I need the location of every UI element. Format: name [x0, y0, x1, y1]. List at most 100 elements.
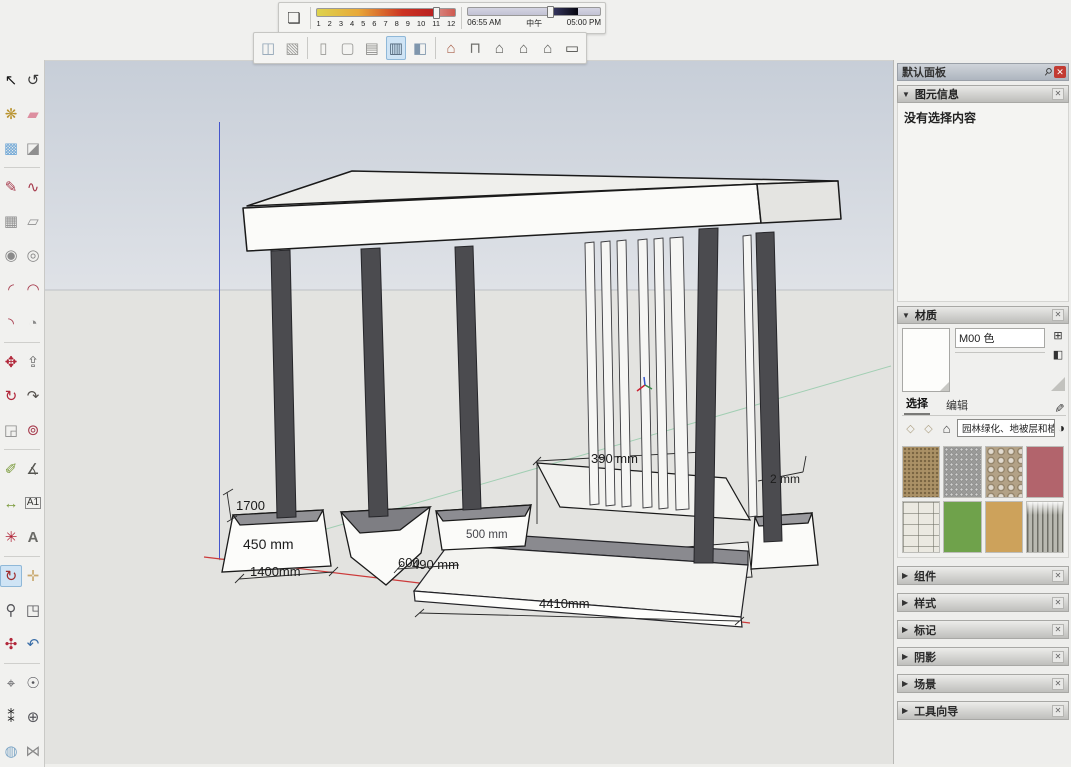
section-tags[interactable]: ▶ 标记 ✕ — [897, 620, 1069, 639]
view-top-button[interactable]: ⊓ — [465, 36, 485, 60]
in-model-icon[interactable]: ◑ — [1058, 421, 1065, 435]
tool-circle[interactable]: ◉ — [0, 244, 22, 266]
tool-position-camera[interactable]: ⌖ — [0, 672, 22, 694]
material-swatch-gravel-gray[interactable] — [943, 446, 981, 498]
material-category-dropdown[interactable]: 园林绿化、地被层和植被 ∨ — [957, 419, 1055, 437]
section-close-icon[interactable]: ✕ — [1052, 678, 1064, 690]
tool-rotate[interactable]: ↻ — [0, 385, 22, 407]
tool-orbit[interactable]: ↻ — [0, 565, 22, 587]
tool-extra-1[interactable]: ◍ — [0, 740, 22, 762]
sample-paint-icon[interactable]: ✎ — [1052, 403, 1066, 413]
view-left-button[interactable]: ▭ — [562, 36, 582, 60]
time-slider-track[interactable] — [467, 7, 601, 16]
tool-follow-me[interactable]: ↷ — [22, 385, 44, 407]
material-swatch-green[interactable] — [943, 501, 981, 553]
date-slider-handle[interactable] — [433, 7, 440, 19]
tool-pan[interactable]: ✛ — [22, 565, 44, 587]
view-right-button[interactable]: ⌂ — [514, 36, 534, 60]
time-slider-handle[interactable] — [547, 6, 554, 18]
tool-select[interactable]: ↖ — [0, 69, 22, 91]
tool-lasso[interactable]: ↺ — [22, 69, 44, 91]
viewport-3d[interactable]: 1700 450 mm 1400mm 600 490 mm 500 mm 441… — [44, 60, 893, 764]
tool-three-point-arc[interactable]: ◝ — [0, 312, 22, 334]
tool-zoom-previous[interactable]: ↶ — [22, 633, 44, 655]
tool-freehand[interactable]: ∿ — [22, 176, 44, 198]
style-shaded-button[interactable]: ▤ — [362, 36, 382, 60]
panel-close-button[interactable]: ✕ — [1054, 66, 1066, 78]
section-close-icon[interactable]: ✕ — [1052, 88, 1064, 100]
pin-icon[interactable]: ⚲ — [1041, 65, 1054, 78]
tool-push-pull[interactable]: ⇪ — [22, 351, 44, 373]
entity-info-header[interactable]: ▼ 图元信息 ✕ — [897, 85, 1069, 103]
tool-rectangle[interactable]: ▦ — [0, 210, 22, 232]
tab-edit[interactable]: 编辑 — [944, 395, 970, 415]
home-icon[interactable]: ⌂ — [939, 421, 954, 436]
material-swatch-fence[interactable] — [1026, 501, 1064, 553]
tool-polygon[interactable]: ◎ — [22, 244, 44, 266]
tool-eraser[interactable]: ▰ — [22, 103, 44, 125]
section-scenes[interactable]: ▶ 场景 ✕ — [897, 674, 1069, 693]
tool-pie[interactable]: ◔ — [22, 312, 44, 334]
tool-make-component[interactable]: ❋ — [0, 103, 22, 125]
tool-walk[interactable]: ⁑ — [0, 706, 22, 728]
tool-tape-measure[interactable]: ✐ — [0, 458, 22, 480]
tool-zoom-window[interactable]: ◳ — [22, 599, 44, 621]
section-close-icon[interactable]: ✕ — [1052, 309, 1064, 321]
shadow-dialog-button[interactable]: ❏ — [283, 6, 305, 30]
tool-protractor[interactable]: ∡ — [22, 458, 44, 480]
tool-look-around[interactable]: ☉ — [22, 672, 44, 694]
set-default-paint-icon[interactable]: ◧ — [1053, 348, 1063, 361]
back-arrow-icon[interactable]: ◇ — [903, 421, 918, 436]
view-back-button[interactable]: ⌂ — [538, 36, 558, 60]
shadow-date-slider[interactable]: 1 2 3 4 5 6 7 8 9 10 11 12 — [316, 8, 457, 28]
section-close-icon[interactable]: ✕ — [1052, 651, 1064, 663]
section-close-icon[interactable]: ✕ — [1052, 597, 1064, 609]
shadow-time-slider[interactable]: 06:55 AM 中午 05:00 PM — [467, 7, 601, 29]
section-close-icon[interactable]: ✕ — [1052, 705, 1064, 717]
section-components[interactable]: ▶ 组件 ✕ — [897, 566, 1069, 585]
style-monochrome-button[interactable]: ◧ — [410, 36, 430, 60]
tool-move[interactable]: ✥ — [0, 351, 22, 373]
tool-zoom[interactable]: ⚲ — [0, 599, 22, 621]
panel-title-bar[interactable]: 默认面板 ⚲ ✕ — [897, 63, 1069, 81]
tool-zoom-extents[interactable]: ✣ — [0, 633, 22, 655]
tool-text[interactable]: A1 — [22, 492, 44, 514]
forward-arrow-icon[interactable]: ◇ — [921, 421, 936, 436]
date-slider-track[interactable] — [316, 8, 457, 17]
tool-3d-text[interactable]: A — [22, 526, 44, 548]
tool-arc[interactable]: ◜ — [0, 278, 22, 300]
material-name-field[interactable]: M00 色 — [955, 328, 1045, 348]
section-styles[interactable]: ▶ 样式 ✕ — [897, 593, 1069, 612]
material-swatch-cobblestone[interactable] — [985, 446, 1023, 498]
tab-select[interactable]: 选择 — [904, 393, 930, 415]
section-close-icon[interactable]: ✕ — [1052, 570, 1064, 582]
tool-material[interactable]: ◪ — [22, 137, 44, 159]
style-hidden-line-button[interactable]: ▢ — [337, 36, 357, 60]
style-xray-button[interactable]: ◫ — [258, 36, 278, 60]
material-swatch-gravel-brown[interactable] — [902, 446, 940, 498]
tool-compass[interactable]: ⊕ — [22, 706, 44, 728]
tool-extra-2[interactable]: ⋈ — [22, 740, 44, 762]
tool-paint-bucket[interactable]: ▩ — [0, 137, 22, 159]
tool-dimension[interactable]: ↔ — [0, 492, 22, 514]
material-swatch-mauve[interactable] — [1026, 446, 1064, 498]
view-iso-button[interactable]: ⌂ — [441, 36, 461, 60]
tool-axes[interactable]: ✳ — [0, 526, 22, 548]
tool-two-point-arc[interactable]: ◠ — [22, 278, 44, 300]
materials-header[interactable]: ▼ 材质 ✕ — [897, 306, 1069, 324]
tool-rotated-rectangle[interactable]: ▱ — [22, 210, 44, 232]
material-swatch-pavers[interactable] — [902, 501, 940, 553]
style-shaded-textures-button[interactable]: ▥ — [386, 36, 406, 60]
section-shadows[interactable]: ▶ 阴影 ✕ — [897, 647, 1069, 666]
tool-scale[interactable]: ◲ — [0, 419, 22, 441]
panel-resize-corner[interactable] — [1051, 377, 1065, 391]
create-material-icon[interactable]: ⊞ — [1053, 329, 1062, 342]
material-swatch-tan[interactable] — [985, 501, 1023, 553]
tool-line[interactable]: ✎ — [0, 176, 22, 198]
section-instructor[interactable]: ▶ 工具向导 ✕ — [897, 701, 1069, 720]
style-back-edges-button[interactable]: ▧ — [282, 36, 302, 60]
tool-offset[interactable]: ⊚ — [22, 419, 44, 441]
style-wireframe-button[interactable]: ▯ — [313, 36, 333, 60]
section-close-icon[interactable]: ✕ — [1052, 624, 1064, 636]
view-front-button[interactable]: ⌂ — [489, 36, 509, 60]
